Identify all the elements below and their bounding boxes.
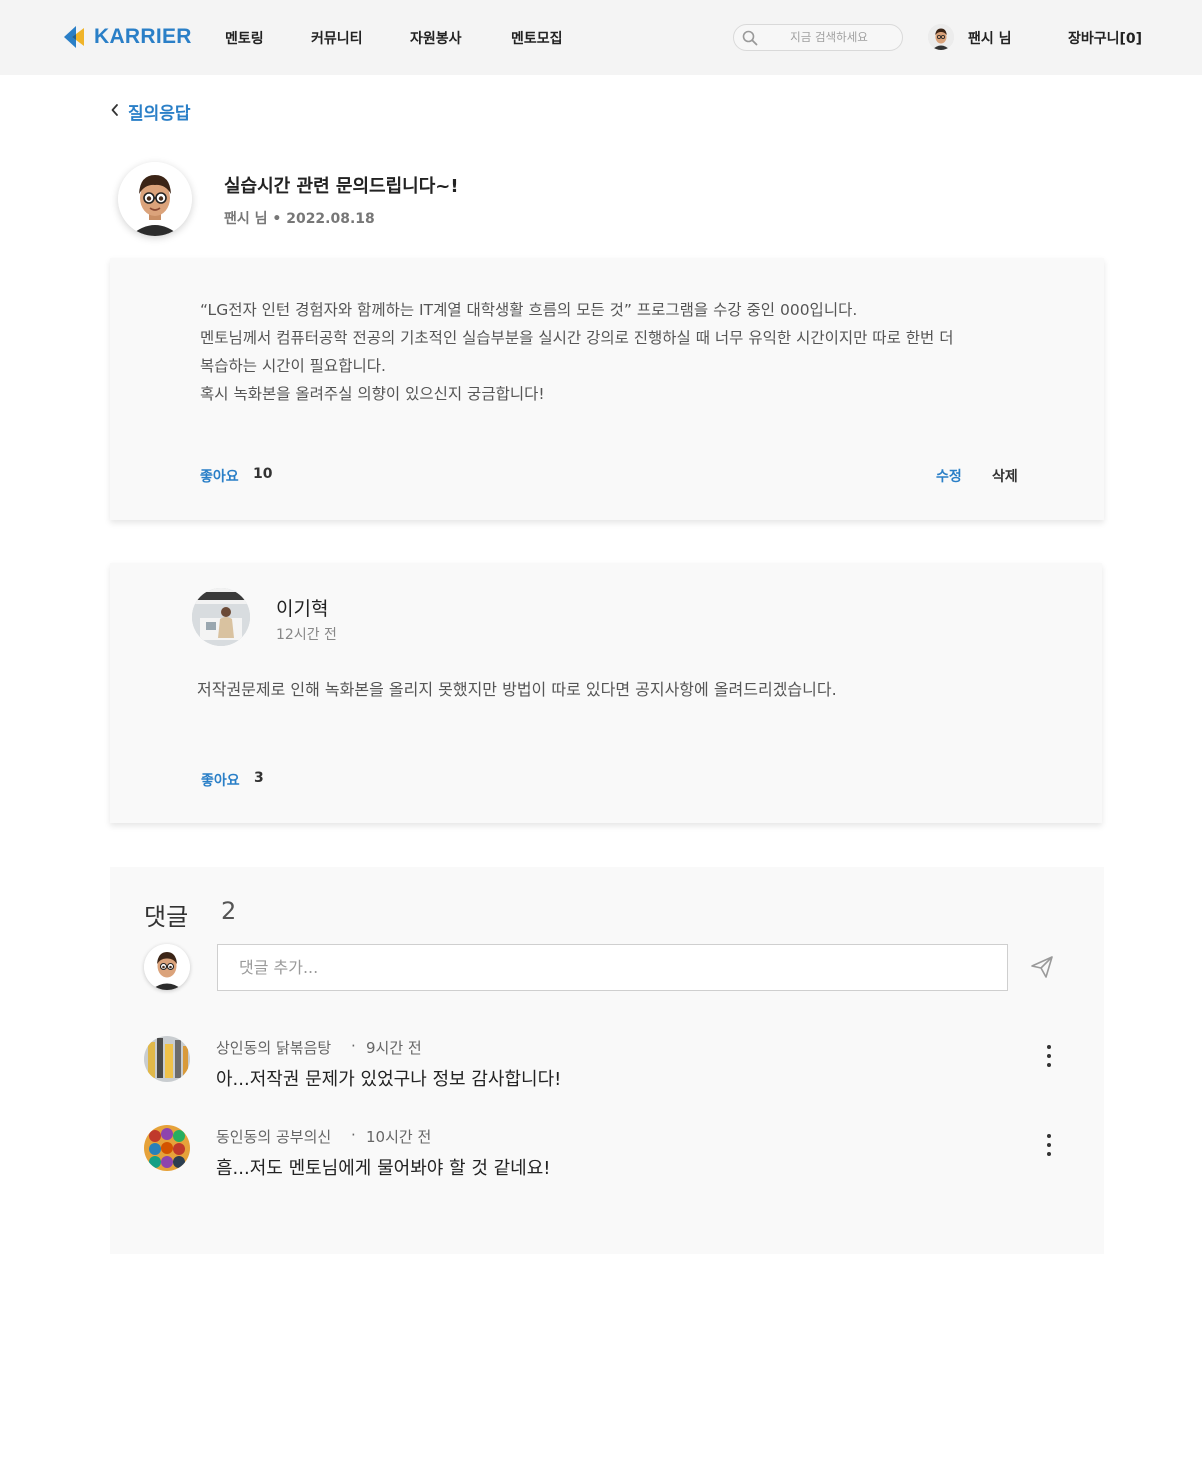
header-user-name[interactable]: 팬시 님	[968, 28, 1012, 48]
comment-text: 아...저작권 문제가 있었구나 정보 감사합니다!	[216, 1069, 562, 1090]
comments-count: 2	[221, 897, 237, 925]
answer-like-count: 3	[254, 770, 264, 786]
comments-title: 댓글	[144, 903, 189, 931]
top-navigation-bar: KARRIER 멘토링 커뮤니티 자원봉사 멘토모집 팬시 님 장바구니[0]	[0, 0, 1202, 75]
question-body-line: “LG전자 인턴 경험자와 함께하는 IT계열 대학생활 흐름의 모든 것” 프…	[200, 301, 858, 319]
comment-time: 10시간 전	[366, 1128, 432, 1146]
answer-time: 12시간 전	[276, 627, 337, 643]
question-body-line: 멘토님께서 컴퓨터공학 전공의 기초적인 실습부분을 실시간 강의로 진행하실 …	[200, 329, 954, 347]
nav-item-volunteer[interactable]: 자원봉사	[410, 28, 462, 48]
chevron-left-icon	[110, 102, 120, 121]
back-link-label: 질의응답	[128, 104, 191, 124]
back-link[interactable]: 질의응답	[110, 99, 191, 124]
user-avatar[interactable]	[928, 24, 954, 50]
comments-section: 댓글 2 댓글 추가... 상인동의 닭볶음탕 · 9시간 전 아...저작권 …	[110, 867, 1104, 1254]
comment-text: 흠...저도 멘토님에게 물어봐야 할 것 같네요!	[216, 1158, 551, 1179]
question-title: 실습시간 관련 문의드립니다~!	[224, 176, 459, 197]
answer-body: 저작권문제로 인해 녹화본을 올리지 못했지만 방법이 따로 있다면 공지사항에…	[197, 680, 837, 699]
question-body-line: 혹시 녹화본을 올려주실 의향이 있으신지 궁금합니다!	[200, 385, 545, 403]
comment-author-avatar	[144, 1125, 190, 1171]
answer-author-name: 이기혁	[276, 598, 329, 620]
comment-author: 상인동의 닭볶음탕	[216, 1039, 332, 1057]
logo-text: KARRIER	[94, 25, 192, 48]
comment-author: 동인동의 공부의신	[216, 1128, 332, 1146]
more-options-icon[interactable]	[1041, 1045, 1057, 1073]
search-icon[interactable]	[742, 30, 758, 50]
search-input[interactable]	[764, 27, 894, 47]
karrier-logo-icon	[62, 24, 88, 50]
separator-dot: ·	[351, 1126, 356, 1144]
question-like-count: 10	[253, 466, 273, 482]
comment-author-avatar	[144, 1036, 190, 1082]
edit-button[interactable]: 수정	[936, 466, 962, 486]
comment-item: 동인동의 공부의신 · 10시간 전 흠...저도 멘토님에게 물어봐야 할 것…	[144, 1125, 1074, 1185]
more-options-icon[interactable]	[1041, 1134, 1057, 1162]
nav-item-mentoring[interactable]: 멘토링	[225, 28, 264, 48]
answer-card: 이기혁 12시간 전 저작권문제로 인해 녹화본을 올리지 못했지만 방법이 따…	[110, 563, 1102, 823]
question-card: “LG전자 인턴 경험자와 함께하는 IT계열 대학생활 흐름의 모든 것” 프…	[110, 258, 1104, 520]
delete-button[interactable]: 삭제	[992, 466, 1018, 486]
cart-link[interactable]: 장바구니[0]	[1068, 28, 1142, 48]
question-like-button[interactable]: 좋아요	[200, 466, 239, 486]
search-box	[733, 24, 903, 51]
current-user-avatar	[144, 944, 190, 990]
send-icon[interactable]	[1030, 955, 1054, 983]
question-meta: 팬시 님 • 2022.08.18	[224, 211, 375, 227]
question-author-avatar	[118, 162, 192, 236]
nav-item-mentor-recruit[interactable]: 멘토모집	[511, 28, 563, 48]
comment-time: 9시간 전	[366, 1039, 422, 1057]
question-body: “LG전자 인턴 경험자와 함께하는 IT계열 대학생활 흐름의 모든 것” 프…	[200, 296, 990, 408]
nav-item-community[interactable]: 커뮤니티	[311, 28, 363, 48]
answer-like-button[interactable]: 좋아요	[201, 770, 240, 790]
separator-dot: ·	[351, 1037, 356, 1055]
question-body-line: 복습하는 시간이 필요합니다.	[200, 357, 386, 375]
comment-item: 상인동의 닭볶음탕 · 9시간 전 아...저작권 문제가 있었구나 정보 감사…	[144, 1036, 1074, 1096]
answer-author-avatar	[192, 588, 250, 646]
comment-input[interactable]	[217, 944, 1008, 991]
karrier-logo[interactable]: KARRIER	[62, 24, 192, 50]
